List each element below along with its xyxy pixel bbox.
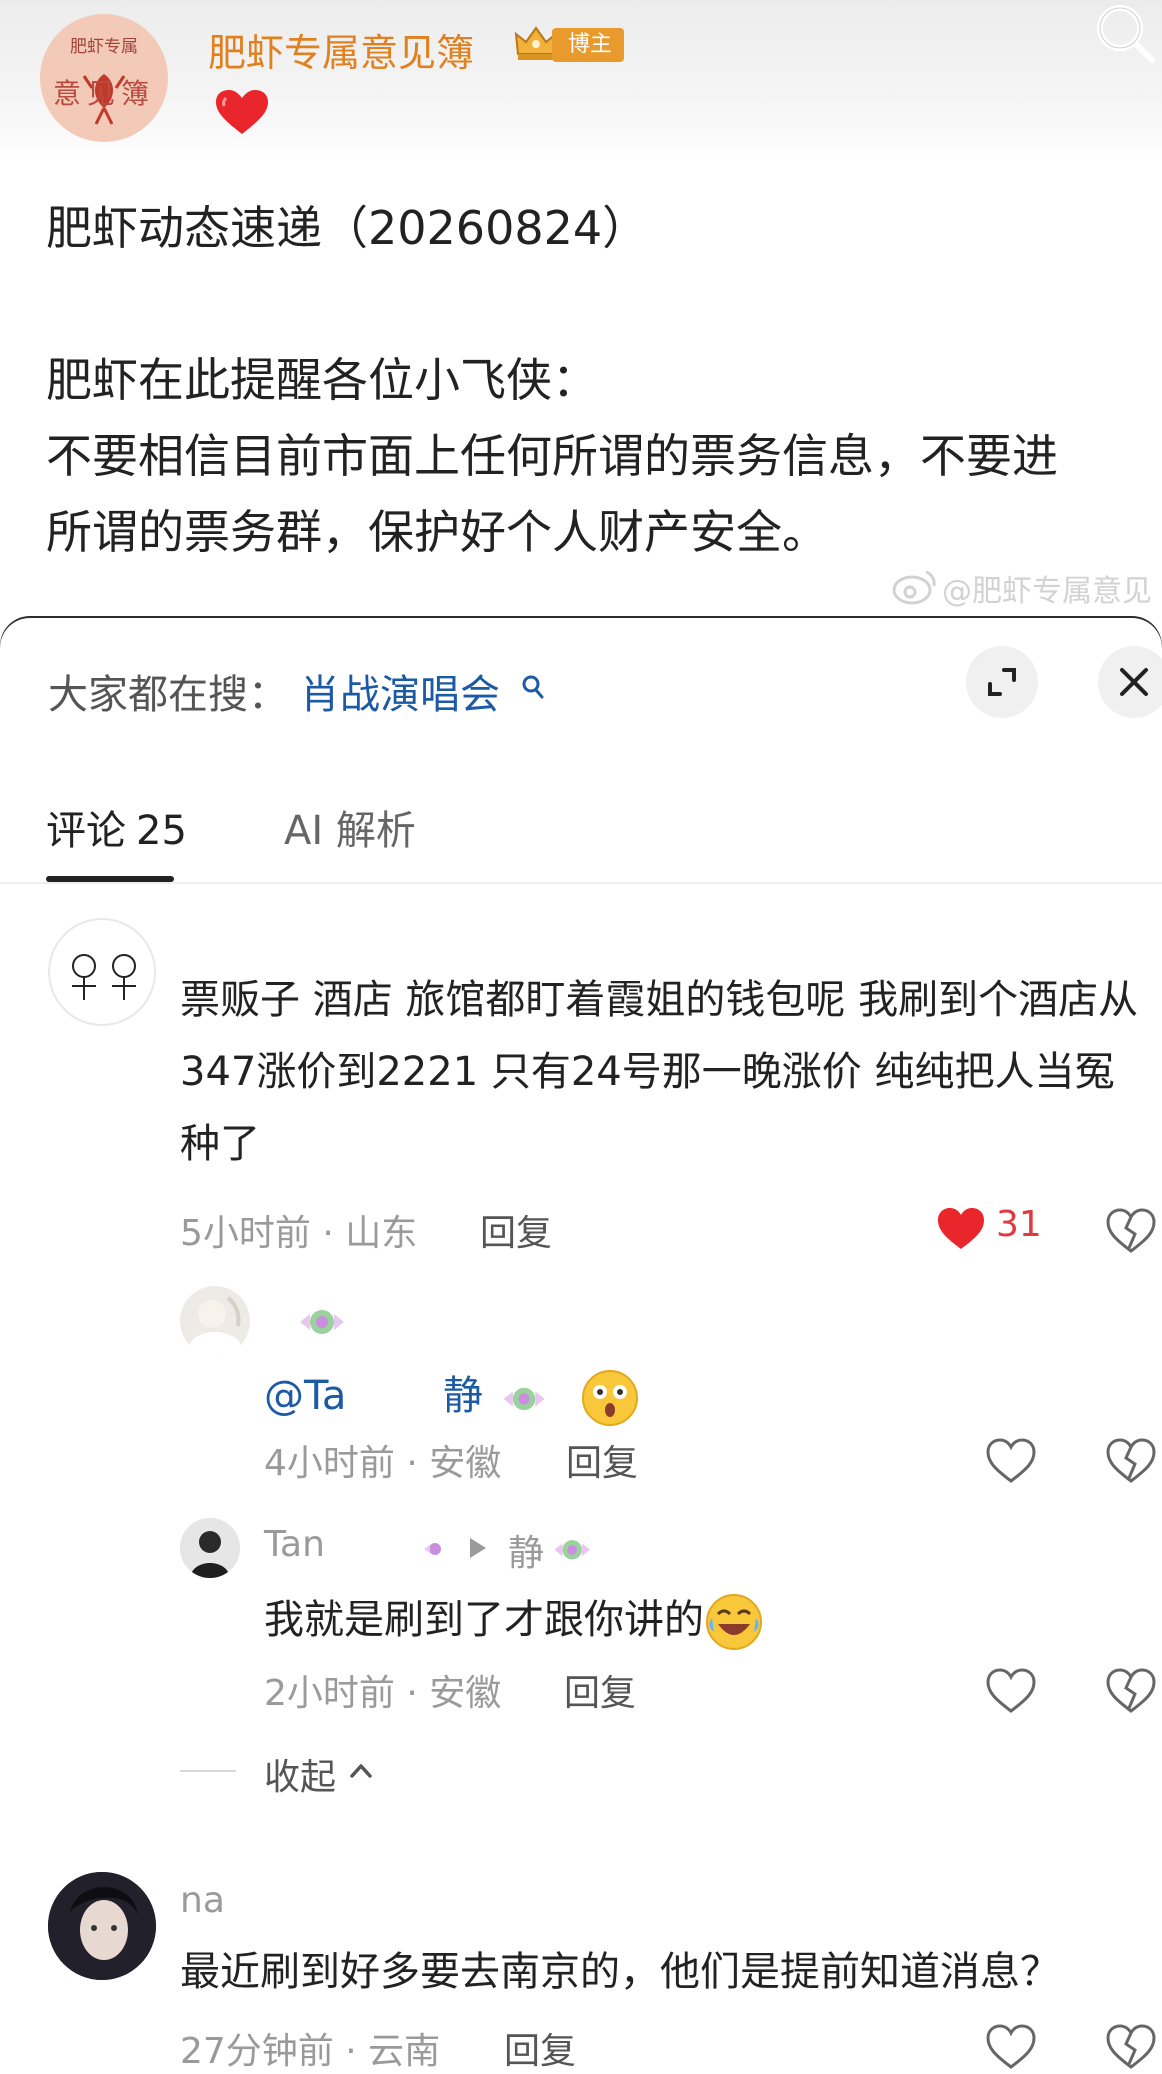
reply-button[interactable]: 回复: [566, 1434, 638, 1486]
profile-photo-icon: [180, 1518, 240, 1578]
reply-arrow-icon: [470, 1538, 486, 1558]
reply-text: 我就是刷到了才跟你讲的: [264, 1584, 764, 1656]
reply-avatar[interactable]: [180, 1518, 240, 1578]
laughing-tears-emoji-icon: [706, 1594, 762, 1650]
dislike-icon[interactable]: [1106, 1438, 1156, 1484]
collapse-button[interactable]: 收起: [264, 1748, 336, 1800]
dislike-icon[interactable]: [1106, 2024, 1156, 2070]
like-icon[interactable]: [986, 1438, 1036, 1484]
comment-text: 最近刷到好多要去南京的，他们是提前知道消息？: [180, 1949, 1060, 1995]
candy-icon: [554, 1540, 590, 1560]
comment-text: 票贩子 酒店 旅馆都盯着霞姐的钱包呢 我刷到个酒店从347涨价到2221 只有2…: [180, 977, 1139, 1167]
candy-icon: [424, 1543, 441, 1555]
candy-icon: [503, 1387, 545, 1411]
avatar-text-line2: 意见簿: [52, 77, 155, 110]
expand-icon: [988, 668, 1016, 696]
reply-text-content: 我就是刷到了才跟你讲的: [264, 1597, 704, 1643]
tab-comments-label: 评论: [46, 808, 126, 854]
reply-button[interactable]: 回复: [504, 2022, 576, 2074]
trending-query-link[interactable]: 肖战演唱会: [300, 662, 500, 720]
comment-author-name[interactable]: na: [180, 1880, 225, 1921]
comment-avatar[interactable]: [48, 918, 156, 1026]
tab-divider: [0, 882, 1162, 884]
reply-button[interactable]: 回复: [480, 1204, 552, 1256]
reply-button[interactable]: 回复: [564, 1664, 636, 1716]
like-count: 31: [996, 1204, 1042, 1245]
blogger-name[interactable]: 肥虾专属意见簿: [208, 22, 474, 77]
chevron-up-icon[interactable]: [346, 1756, 376, 1786]
trending-search-icon: [522, 675, 544, 699]
reply-meta: 4小时前 · 安徽: [264, 1443, 502, 1484]
surprised-face-emoji-icon: [582, 1370, 639, 1426]
cartoon-avatar-icon: [72, 954, 136, 1000]
blogger-badge: 博主: [552, 28, 625, 62]
dislike-icon[interactable]: [1106, 1668, 1156, 1714]
reply-text: @Ta 静: [264, 1360, 640, 1432]
tab-comments[interactable]: 评论 25: [46, 798, 187, 856]
post-body-text: 肥虾动态速递（20260824） 肥虾在此提醒各位小飞侠： 不要相信目前市面上任…: [46, 201, 1058, 559]
mention-link[interactable]: @Ta: [264, 1373, 346, 1419]
watermark-text: @肥虾专属意见: [942, 574, 1152, 609]
like-icon[interactable]: [986, 1668, 1036, 1714]
weibo-watermark-icon: [892, 570, 936, 605]
avatar-text-line1: 肥虾专属: [70, 37, 138, 57]
mention-link-tail[interactable]: 静: [443, 1373, 483, 1419]
expand-button[interactable]: [966, 646, 1038, 718]
candy-icon: [300, 1310, 344, 1334]
reply-to-name[interactable]: 静: [508, 1524, 544, 1576]
reply-author-name[interactable]: Tan: [264, 1524, 325, 1565]
reply-meta: 2小时前 · 安徽: [264, 1673, 502, 1714]
profile-photo-icon: [189, 1296, 241, 1356]
close-icon: [1120, 668, 1148, 696]
blogger-avatar[interactable]: 肥虾专属 意见簿: [40, 14, 168, 142]
collapse-divider: [180, 1770, 236, 1772]
comment-meta: 5小时前 · 山东: [180, 1213, 418, 1254]
tab-comments-count: 25: [136, 808, 187, 854]
like-icon[interactable]: [986, 2024, 1036, 2070]
reply-avatar[interactable]: [180, 1286, 250, 1356]
heart-badge-icon: [216, 90, 268, 134]
post-area: 肥虾专属 意见簿 肥虾专属意见簿 博主 肥虾动态速递（20260824） 肥虾在…: [0, 0, 1162, 620]
comments-sheet: 大家都在搜： 肖战演唱会 评论 25 AI 解析 票贩子 酒店 旅馆都盯着霞姐的…: [0, 618, 1162, 2072]
comment-meta: 27分钟前 · 云南: [180, 2031, 441, 2072]
tab-ai-analysis[interactable]: AI 解析: [284, 798, 416, 856]
trending-label: 大家都在搜：: [48, 672, 288, 718]
profile-photo-icon: [48, 1872, 156, 1980]
like-filled-icon[interactable]: [936, 1206, 986, 1252]
dislike-icon[interactable]: [1106, 1208, 1156, 1254]
comment-avatar[interactable]: [48, 1872, 156, 1980]
search-icon[interactable]: [1090, 0, 1158, 68]
close-button[interactable]: [1098, 646, 1162, 718]
